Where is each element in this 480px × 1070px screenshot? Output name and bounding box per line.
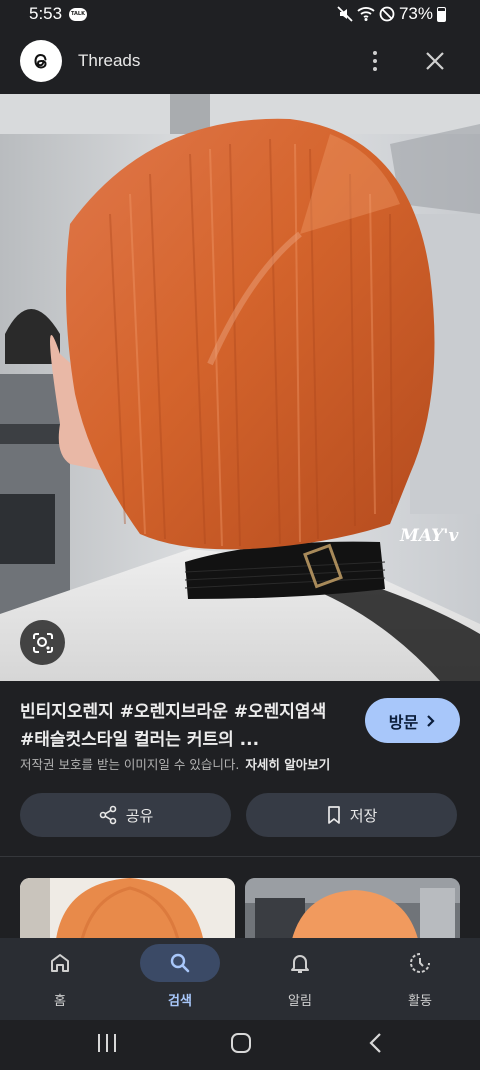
home-icon xyxy=(51,954,69,972)
close-icon xyxy=(426,52,444,70)
nav-search-label: 검색 xyxy=(168,994,192,1009)
section-divider xyxy=(0,856,480,857)
bookmark-icon xyxy=(327,806,340,824)
close-button[interactable] xyxy=(420,46,450,76)
talk-notification-icon: TALK xyxy=(69,8,87,21)
nav-home-label: 홈 xyxy=(54,994,66,1009)
copyright-text: 저작권 보호를 받는 이미지일 수 있습니다. xyxy=(20,757,240,772)
image-watermark: MAY'v xyxy=(400,526,459,546)
status-bar: 5:53 TALK 73% xyxy=(0,0,480,30)
viewer-header: Threads xyxy=(0,30,480,94)
status-right: 73% xyxy=(337,4,446,24)
share-label: 공유 xyxy=(125,806,154,825)
nav-activity-label: 활동 xyxy=(408,994,432,1009)
save-label: 저장 xyxy=(349,806,378,825)
bell-icon xyxy=(291,955,309,973)
bottom-navigation: 홈 검색 알림 활동 xyxy=(0,938,480,1020)
more-options-button[interactable] xyxy=(362,46,388,76)
lens-search-button[interactable] xyxy=(20,620,65,665)
search-icon xyxy=(170,953,190,973)
save-button[interactable]: 저장 xyxy=(246,793,457,837)
back-icon[interactable] xyxy=(366,1031,386,1055)
activity-icon xyxy=(410,953,430,973)
result-image[interactable]: MAY'v xyxy=(0,94,480,681)
status-time: 5:53 xyxy=(29,4,63,23)
visit-button[interactable]: 방문 xyxy=(365,698,460,743)
result-title[interactable]: 빈티지오렌지 #오렌지브라운 #오렌지염색 #태슬컷스타일 컬러는 커트의 ..… xyxy=(20,698,340,754)
share-icon xyxy=(99,805,116,825)
recent-apps-icon[interactable] xyxy=(96,1032,118,1054)
nav-notifications-label: 알림 xyxy=(288,994,312,1009)
nav-activity[interactable]: 활동 xyxy=(360,938,480,1020)
home-button-icon[interactable] xyxy=(229,1031,253,1055)
learn-more-link[interactable]: 자세히 알아보기 xyxy=(245,757,330,772)
nav-activity-pill xyxy=(380,944,460,982)
nav-notifications[interactable]: 알림 xyxy=(240,938,360,1020)
copyright-notice: 저작권 보호를 받는 이미지일 수 있습니다. 자세히 알아보기 xyxy=(20,754,330,773)
do-not-disturb-icon xyxy=(379,6,395,22)
nav-home[interactable]: 홈 xyxy=(0,938,120,1020)
nav-notifications-pill xyxy=(260,944,340,982)
chevron-right-icon xyxy=(427,714,435,727)
nav-search-pill xyxy=(140,944,220,982)
nav-home-pill xyxy=(20,944,100,982)
threads-logo-icon[interactable] xyxy=(20,40,62,82)
battery-percent: 73% xyxy=(398,4,433,23)
nav-search[interactable]: 검색 xyxy=(120,938,240,1020)
visit-label: 방문 xyxy=(388,712,419,732)
system-navigation-bar xyxy=(0,1020,480,1070)
battery-icon xyxy=(437,6,446,22)
source-app-title[interactable]: Threads xyxy=(78,51,140,71)
wifi-icon xyxy=(357,7,375,21)
share-button[interactable]: 공유 xyxy=(20,793,231,837)
lens-icon xyxy=(32,632,53,653)
mute-icon xyxy=(337,6,353,22)
